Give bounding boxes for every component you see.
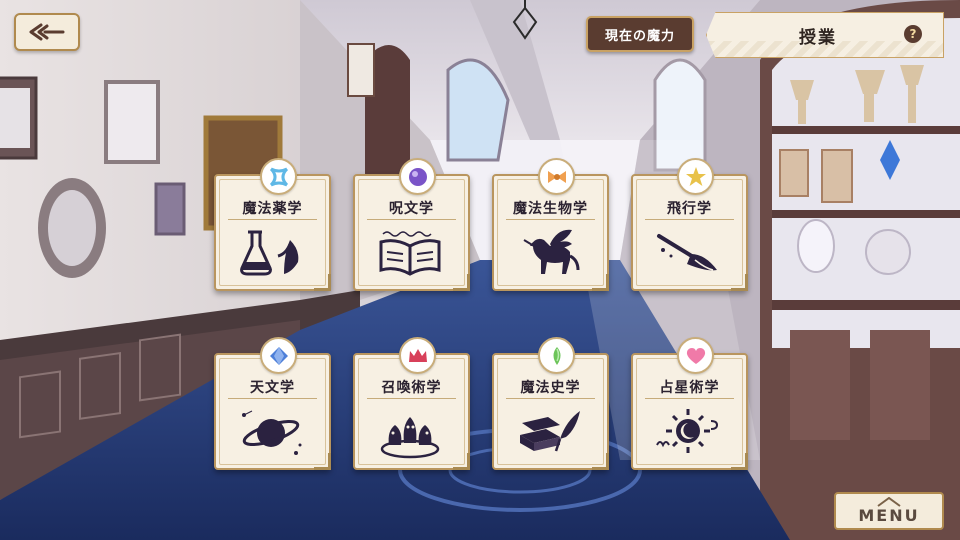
card-corner: [453, 453, 470, 470]
subject-label: 呪文学: [389, 201, 434, 217]
card-corner: [731, 453, 748, 470]
open-spellbook-icon: [379, 231, 441, 276]
help-icon[interactable]: ?: [904, 25, 922, 43]
page-title: 授業: [799, 28, 837, 48]
divider: [645, 219, 734, 220]
divider: [228, 219, 317, 220]
ringed-planet-icon: [242, 410, 302, 455]
menu-button[interactable]: MENU: [834, 492, 944, 530]
subject-card-charms[interactable]: 呪文学: [353, 158, 470, 291]
title-banner: 授業 ?: [706, 12, 944, 58]
gold-star-icon: [677, 158, 714, 195]
back-button[interactable]: [14, 13, 80, 51]
roof-icon: [877, 497, 901, 507]
red-crown-icon: [399, 337, 436, 374]
broomstick-icon: [657, 234, 717, 271]
blue-ribbon-icon: [260, 158, 297, 195]
subject-label: 召喚術学: [381, 380, 442, 396]
subject-label: 魔法史学: [520, 380, 581, 396]
subject-card-magic-history[interactable]: 魔法史学: [492, 337, 609, 470]
menu-label: MENU: [858, 506, 920, 525]
back-arrow-icon: [29, 23, 65, 41]
flask-and-leaf-icon: [240, 230, 299, 276]
subject-label: 占星術学: [659, 380, 720, 396]
card-corner: [453, 274, 470, 291]
card-corner: [731, 274, 748, 291]
card-corner: [592, 453, 609, 470]
subject-card-potions[interactable]: 魔法薬学: [214, 158, 331, 291]
purple-orb-icon: [399, 158, 436, 195]
divider: [506, 219, 595, 220]
card-corner: [592, 274, 609, 291]
subject-label: 飛行学: [667, 201, 712, 217]
summoning-circle-icon: [380, 417, 440, 459]
subject-card-summoning[interactable]: 召喚術学: [353, 337, 470, 470]
corridor-background: [0, 0, 960, 540]
subject-card-astrology[interactable]: 占星術学: [631, 337, 748, 470]
subject-card-magical-creatures[interactable]: 魔法生物学: [492, 158, 609, 291]
green-crystal-icon: [538, 337, 575, 374]
books-and-quill-icon: [520, 411, 580, 452]
subject-card-astronomy[interactable]: 天文学: [214, 337, 331, 470]
current-magic-button[interactable]: 現在の魔力: [586, 16, 694, 52]
subject-label: 天文学: [250, 380, 295, 396]
subject-card-flight[interactable]: 飛行学: [631, 158, 748, 291]
sun-and-zodiac-icon: [656, 409, 719, 453]
pink-heart-icon: [677, 337, 714, 374]
divider: [228, 398, 317, 399]
winged-unicorn-icon: [523, 229, 580, 274]
subject-label: 魔法薬学: [242, 201, 303, 217]
blue-gem-icon: [260, 337, 297, 374]
card-corner: [314, 274, 331, 291]
divider: [645, 398, 734, 399]
divider: [367, 219, 456, 220]
card-corner: [314, 453, 331, 470]
divider: [367, 398, 456, 399]
orange-bow-icon: [538, 158, 575, 195]
subject-label: 魔法生物学: [513, 201, 588, 217]
divider: [506, 398, 595, 399]
